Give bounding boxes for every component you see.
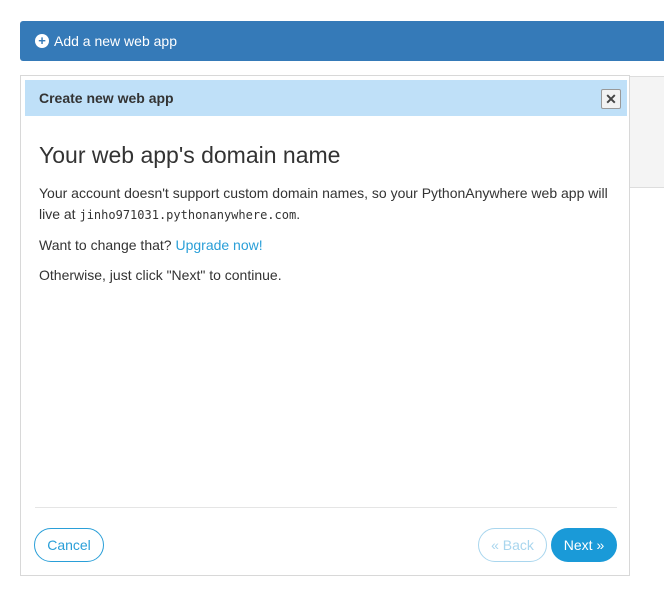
close-icon: ✕ [605,90,617,107]
dialog-body: Your web app's domain name Your account … [39,142,619,295]
next-button[interactable]: Next » [551,528,617,562]
add-new-web-app-label: Add a new web app [54,33,177,49]
page: + Add a new web app Create new web app ✕… [0,0,664,613]
upgrade-now-link[interactable]: Upgrade now! [175,237,262,253]
section-heading: Your web app's domain name [39,142,341,168]
domain-info-text: Your account doesn't support custom doma… [39,183,619,226]
upgrade-prompt: Want to change that? Upgrade now! [39,235,619,256]
background-panel [626,76,664,188]
domain-info-suffix: . [296,206,301,222]
back-button[interactable]: « Back [478,528,547,562]
domain-name: jinho971031.pythonanywhere.com [79,208,297,222]
footer-divider [35,507,617,508]
dialog-title: Create new web app [39,90,174,106]
dialog-header: Create new web app ✕ [25,80,627,116]
close-button[interactable]: ✕ [601,89,621,109]
create-web-app-dialog: Create new web app ✕ Your web app's doma… [20,75,630,576]
plus-circle-icon: + [35,34,49,48]
cancel-button[interactable]: Cancel [34,528,104,562]
continue-instruction: Otherwise, just click "Next" to continue… [39,267,282,283]
upgrade-prompt-text: Want to change that? [39,237,176,253]
add-new-web-app-button[interactable]: + Add a new web app [20,21,664,61]
